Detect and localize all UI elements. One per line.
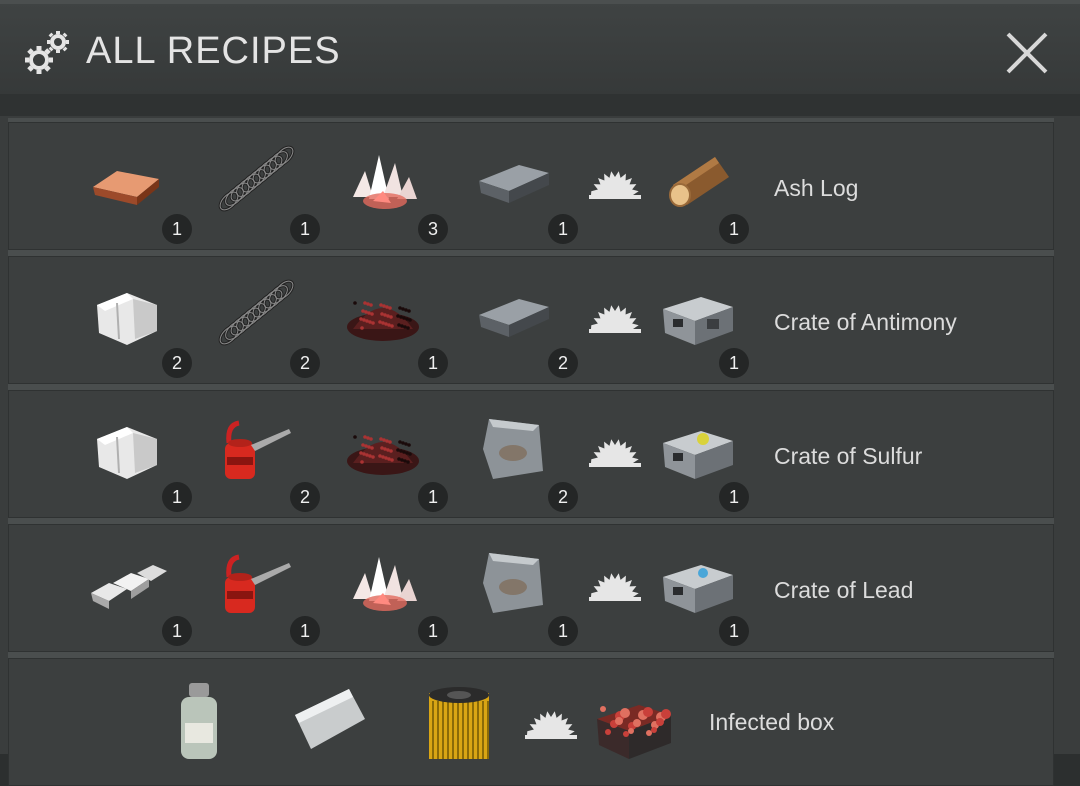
quantity-badge: 1 <box>418 616 448 646</box>
result-quantity-badge: 1 <box>719 616 749 646</box>
copper-ingot-icon[interactable] <box>87 141 167 221</box>
saw-blade-icon <box>587 431 643 471</box>
oil-can-icon[interactable] <box>215 543 295 623</box>
recipe-row[interactable]: Infected box <box>8 658 1054 786</box>
recipes-window: ALL RECIPES 1 1 3 1 1 Ash Log 2 2 1 2 1 Crate of An… <box>0 0 1080 786</box>
metal-crate-blue-icon[interactable] <box>657 543 737 623</box>
result-quantity-badge: 1 <box>719 214 749 244</box>
recipe-list: 1 1 3 1 1 Ash Log 2 2 1 2 1 Crate of Antimony 1 2 1 2 1 C… <box>8 118 1054 786</box>
quantity-badge: 2 <box>162 348 192 378</box>
iron-ingot-icon[interactable] <box>473 141 553 221</box>
quantity-badge: 2 <box>548 348 578 378</box>
quartz-icon[interactable] <box>87 409 167 489</box>
recipe-name: Ash Log <box>774 175 859 201</box>
quantity-badge: 2 <box>548 482 578 512</box>
quantity-badge: 1 <box>418 482 448 512</box>
oil-filter-icon[interactable] <box>419 679 499 759</box>
saw-blade-icon <box>523 703 579 743</box>
quantity-badge: 1 <box>162 482 192 512</box>
saw-blade-icon <box>587 297 643 337</box>
quantity-badge: 1 <box>548 214 578 244</box>
close-icon[interactable] <box>1002 28 1052 78</box>
quantity-badge: 1 <box>290 214 320 244</box>
quantity-badge: 1 <box>418 348 448 378</box>
oil-can-icon[interactable] <box>215 409 295 489</box>
quantity-badge: 3 <box>418 214 448 244</box>
recipe-name: Crate of Lead <box>774 577 914 603</box>
metal-pipe-icon[interactable] <box>289 679 369 759</box>
header-divider <box>0 94 1080 116</box>
saw-blade-icon <box>587 163 643 203</box>
bottle-icon[interactable] <box>159 679 239 759</box>
metal-crate-yellow-icon[interactable] <box>657 409 737 489</box>
gear-icon <box>25 31 69 74</box>
quantity-badge: 1 <box>290 616 320 646</box>
quantity-badge: 2 <box>290 482 320 512</box>
crystals-icon[interactable] <box>343 141 423 221</box>
spring-icon[interactable] <box>215 275 295 355</box>
quartz-icon[interactable] <box>87 275 167 355</box>
spring-icon[interactable] <box>215 141 295 221</box>
quantity-badge: 1 <box>548 616 578 646</box>
titlebar: ALL RECIPES <box>0 0 1080 94</box>
quantity-badge: 1 <box>162 214 192 244</box>
steel-plate-icon[interactable] <box>473 543 553 623</box>
infected-box-icon[interactable] <box>593 679 673 759</box>
recipe-row[interactable]: 1 1 1 1 1 Crate of Lead <box>8 524 1054 652</box>
iron-ingot-icon[interactable] <box>473 275 553 355</box>
crystals-icon[interactable] <box>343 543 423 623</box>
red-ore-pile-icon[interactable] <box>343 409 423 489</box>
steel-plate-icon[interactable] <box>473 409 553 489</box>
recipe-name: Crate of Antimony <box>774 309 957 335</box>
result-quantity-badge: 1 <box>719 482 749 512</box>
recipe-name: Crate of Sulfur <box>774 443 923 469</box>
quantity-badge: 2 <box>290 348 320 378</box>
recipe-row[interactable]: 2 2 1 2 1 Crate of Antimony <box>8 256 1054 384</box>
silver-bars-icon[interactable] <box>87 543 167 623</box>
recipe-row[interactable]: 1 2 1 2 1 Crate of Sulfur <box>8 390 1054 518</box>
metal-crate-icon[interactable] <box>657 275 737 355</box>
recipe-row[interactable]: 1 1 3 1 1 Ash Log <box>8 122 1054 250</box>
recipe-name: Infected box <box>709 709 835 735</box>
red-ore-pile-icon[interactable] <box>343 275 423 355</box>
result-quantity-badge: 1 <box>719 348 749 378</box>
window-title: ALL RECIPES <box>86 30 341 72</box>
quantity-badge: 1 <box>162 616 192 646</box>
log-icon[interactable] <box>657 141 737 221</box>
saw-blade-icon <box>587 565 643 605</box>
